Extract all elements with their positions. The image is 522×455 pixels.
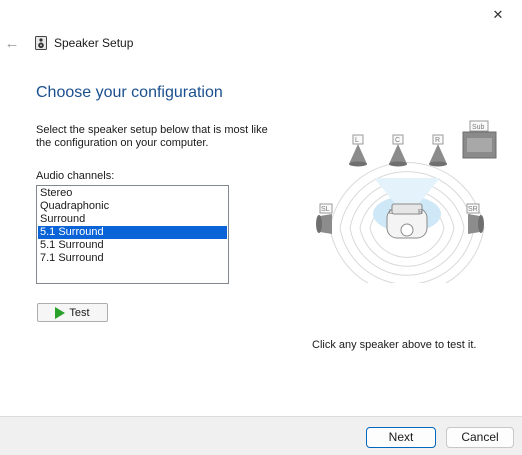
dialog-footer <box>0 416 522 455</box>
audio-channels-listbox[interactable]: Stereo Quadraphonic Surround 5.1 Surroun… <box>36 185 229 284</box>
channel-option-quadraphonic[interactable]: Quadraphonic <box>38 200 227 213</box>
next-button[interactable]: Next <box>366 427 436 448</box>
listener-left-label: L <box>389 209 393 216</box>
listener-right-label: R <box>418 209 423 216</box>
page-heading: Choose your configuration <box>36 84 223 101</box>
channel-option-7-1-surround[interactable]: 7.1 Surround <box>38 252 227 265</box>
back-arrow-icon: ← <box>4 34 20 52</box>
test-hint-text: Click any speaker above to test it. <box>312 339 477 351</box>
close-icon: ✕ <box>492 7 504 22</box>
channel-option-5-1-surround-selected[interactable]: 5.1 Surround <box>38 226 227 239</box>
side-right-label: SR <box>468 206 478 213</box>
center-label: C <box>395 137 400 144</box>
instructions-text: Select the speaker setup below that is m… <box>36 124 268 149</box>
channel-option-surround[interactable]: Surround <box>38 213 227 226</box>
audio-channels-label: Audio channels: <box>36 170 115 182</box>
speaker-icon <box>35 36 47 50</box>
subwoofer-label: Sub <box>472 124 485 131</box>
speaker-diagram: L R L C R Sub SL SR <box>316 120 497 283</box>
front-left-label: L <box>355 137 359 144</box>
test-button[interactable]: Test <box>37 303 108 322</box>
channel-option-5-1-surround[interactable]: 5.1 Surround <box>38 239 227 252</box>
front-right-label: R <box>435 137 440 144</box>
test-button-label: Test <box>69 306 90 319</box>
close-button[interactable]: ✕ <box>474 0 522 30</box>
channel-option-stereo[interactable]: Stereo <box>38 187 227 200</box>
side-left-label: SL <box>321 206 330 213</box>
back-button[interactable]: ← <box>0 30 24 56</box>
play-icon <box>55 306 66 319</box>
window-title: Speaker Setup <box>54 36 134 50</box>
cancel-button[interactable]: Cancel <box>446 427 514 448</box>
